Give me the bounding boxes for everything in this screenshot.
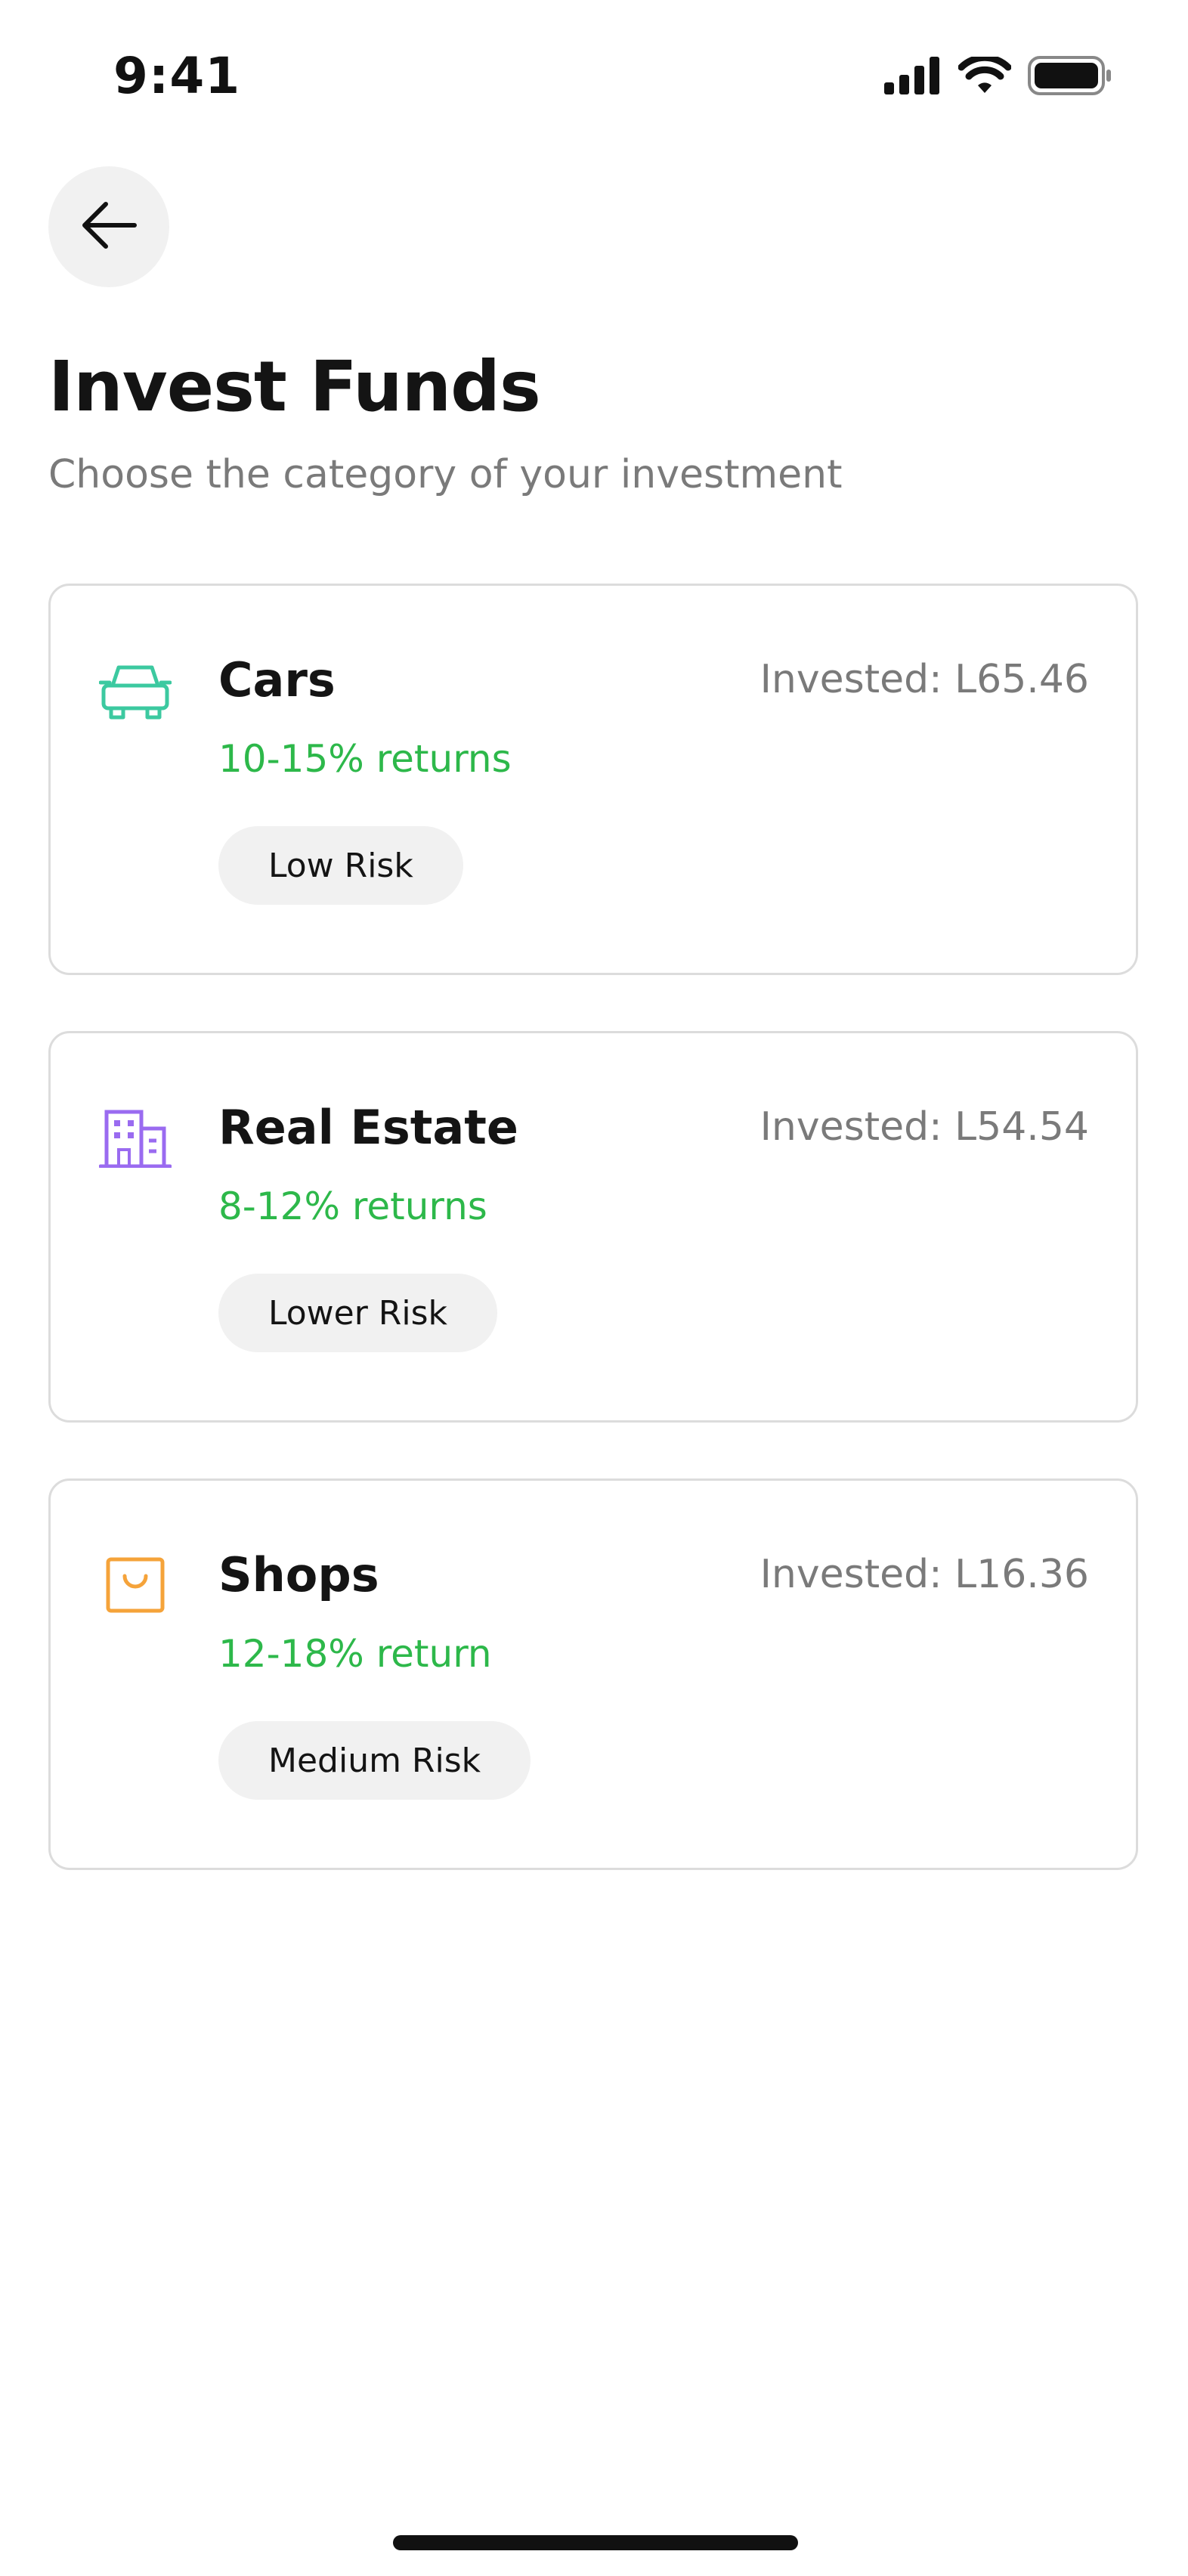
car-icon — [99, 654, 172, 726]
returns-text: 10-15% returns — [218, 737, 512, 781]
back-button[interactable] — [48, 166, 169, 287]
category-card-real-estate[interactable]: Real Estate Invested: L54.54 8-12% retur… — [48, 1031, 1138, 1423]
returns-text: 8-12% returns — [218, 1184, 487, 1228]
risk-badge: Medium Risk — [218, 1721, 531, 1800]
category-card-cars[interactable]: Cars Invested: L65.46 10-15% returns Low… — [48, 584, 1138, 975]
card-title: Shops — [218, 1547, 379, 1602]
invested-amount: Invested: L54.54 — [760, 1104, 1089, 1150]
battery-icon — [1028, 56, 1112, 98]
risk-badge: Lower Risk — [218, 1274, 497, 1352]
page-subtitle: Choose the category of your investment — [48, 452, 843, 497]
home-indicator[interactable] — [393, 2535, 798, 2550]
arrow-left-icon — [79, 199, 139, 255]
building-icon — [99, 1101, 172, 1174]
category-card-shops[interactable]: Shops Invested: L16.36 12-18% return Med… — [48, 1478, 1138, 1870]
card-title: Cars — [218, 652, 336, 707]
cellular-signal-icon — [884, 57, 942, 98]
status-bar: 9:41 — [0, 0, 1188, 151]
status-icons — [884, 54, 1112, 98]
shopping-bag-icon — [99, 1549, 172, 1621]
invested-amount: Invested: L65.46 — [760, 657, 1089, 702]
card-title: Real Estate — [218, 1100, 518, 1155]
returns-text: 12-18% return — [218, 1632, 492, 1676]
status-time: 9:41 — [113, 47, 241, 105]
page-title: Invest Funds — [48, 346, 541, 427]
risk-badge: Low Risk — [218, 826, 463, 905]
invested-amount: Invested: L16.36 — [760, 1552, 1089, 1597]
wifi-icon — [958, 54, 1012, 98]
